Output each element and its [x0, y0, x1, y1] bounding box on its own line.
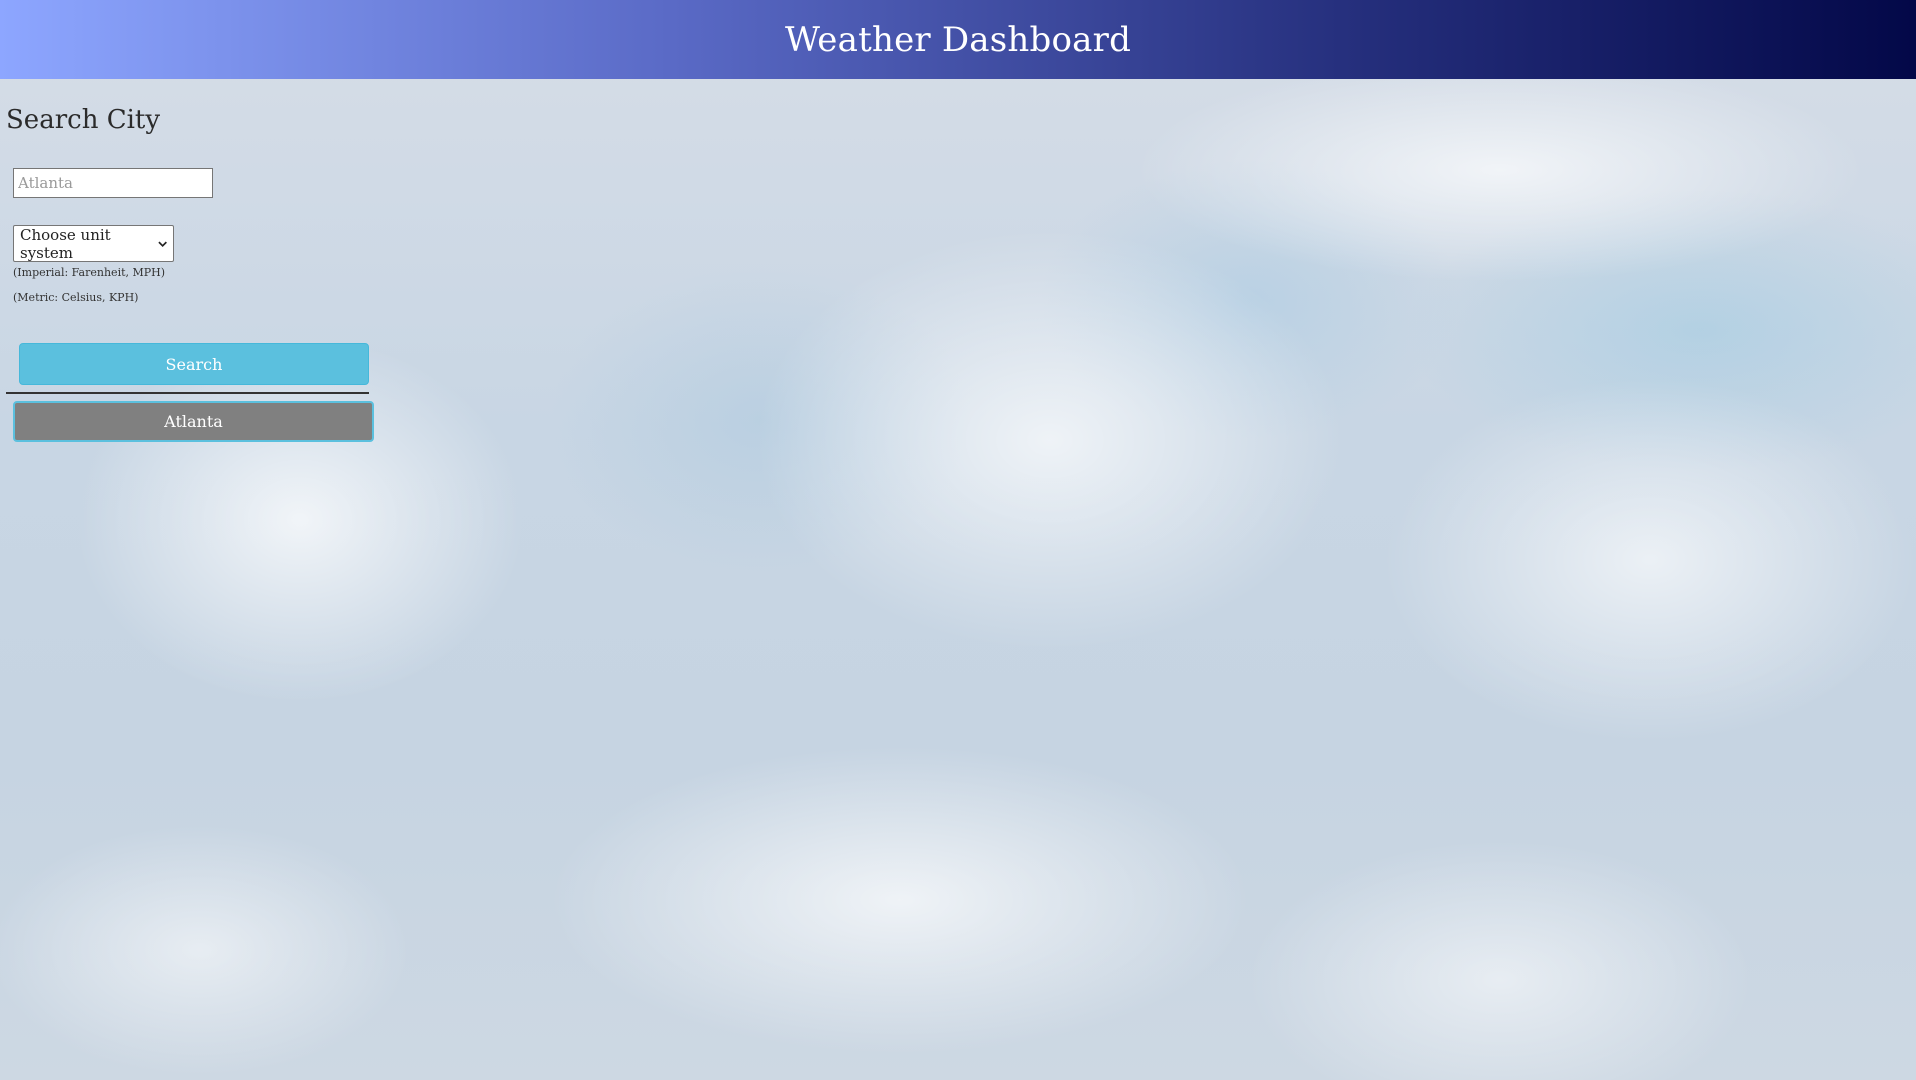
imperial-hint: (Imperial: Farenheit, MPH)	[13, 266, 166, 279]
page-title: Weather Dashboard	[784, 19, 1132, 60]
city-search-input[interactable]	[13, 168, 213, 198]
chevron-down-icon	[158, 241, 167, 247]
search-heading: Search City	[6, 105, 161, 135]
unit-system-select[interactable]: Choose unit system	[13, 225, 174, 262]
search-panel: Search City Choose unit system (Imperial…	[6, 105, 376, 442]
unit-select-label: Choose unit system	[20, 225, 111, 262]
sky-background	[0, 0, 1916, 1080]
history-city-button[interactable]: Atlanta	[13, 401, 374, 442]
divider	[6, 392, 369, 394]
metric-hint: (Metric: Celsius, KPH)	[13, 291, 139, 304]
app-header: Weather Dashboard	[0, 0, 1916, 79]
search-button[interactable]: Search	[19, 343, 369, 385]
